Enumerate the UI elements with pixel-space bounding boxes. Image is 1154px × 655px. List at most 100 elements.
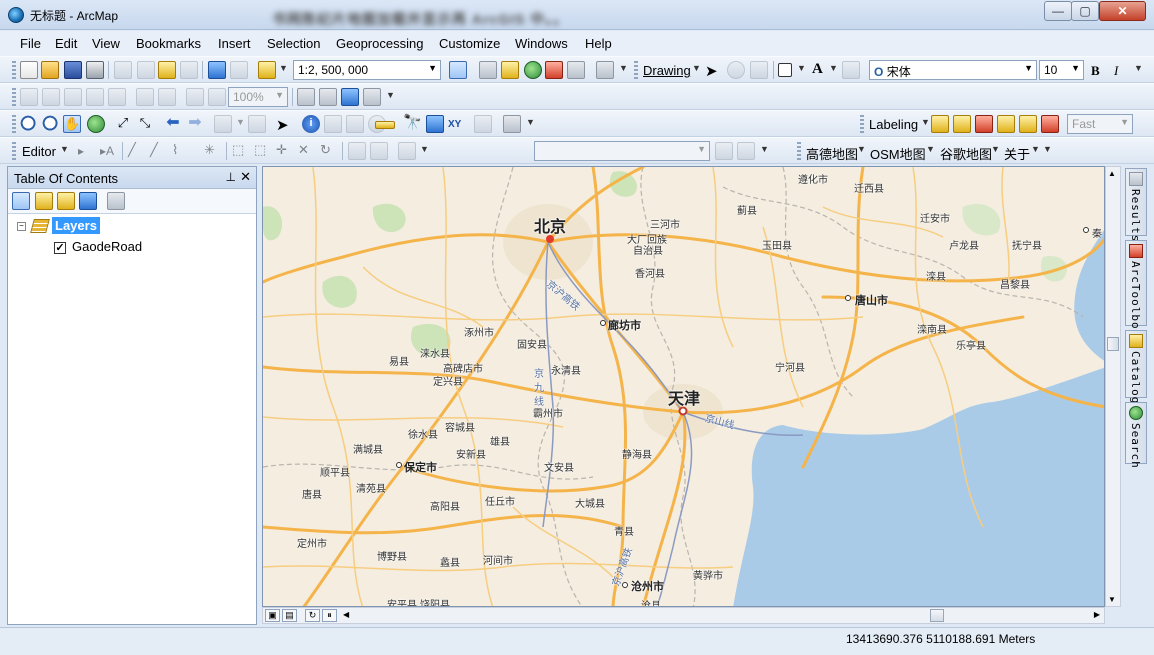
chevron-down-icon[interactable]: ▼ bbox=[1071, 63, 1080, 73]
chevron-down-icon[interactable]: ▼ bbox=[926, 144, 935, 154]
catalog-window-icon[interactable] bbox=[501, 61, 519, 79]
menu-file[interactable]: File bbox=[20, 36, 41, 51]
hyperlink-icon[interactable] bbox=[324, 115, 342, 133]
layer-combo[interactable]: ▼ bbox=[534, 141, 710, 161]
sketch-properties-icon[interactable] bbox=[370, 142, 388, 160]
scroll-left-icon[interactable]: ◀ bbox=[343, 610, 349, 619]
select-elements-icon[interactable]: ➤ bbox=[705, 62, 723, 80]
undo-icon[interactable] bbox=[208, 61, 226, 79]
refresh-icon[interactable]: ↻ bbox=[305, 609, 320, 622]
chevron-down-icon[interactable]: ▼ bbox=[428, 63, 437, 73]
toc-close-button[interactable]: ✕ bbox=[240, 169, 251, 185]
cut-icon[interactable] bbox=[114, 61, 132, 79]
toolbar-options-icon[interactable]: ▼ bbox=[526, 117, 535, 127]
menu-help[interactable]: Help bbox=[585, 36, 612, 51]
gaode-map-menu[interactable]: 高德地图 bbox=[806, 144, 858, 163]
toolbar-grip[interactable] bbox=[860, 115, 864, 133]
print-icon[interactable] bbox=[86, 61, 104, 79]
select-elements-icon[interactable]: ➤ bbox=[276, 116, 294, 134]
toolbar-grip[interactable] bbox=[12, 142, 16, 160]
edit-vertices-icon[interactable] bbox=[842, 61, 860, 79]
zoom-in-icon[interactable] bbox=[20, 115, 38, 133]
edit-vertices-icon[interactable]: ⬚ bbox=[232, 142, 250, 160]
horizontal-scroll-thumb[interactable] bbox=[930, 609, 944, 622]
back-arrow-icon[interactable]: ⬅ bbox=[164, 115, 182, 133]
fixed-zoom-out-icon[interactable] bbox=[158, 88, 176, 106]
toolbar-grip[interactable] bbox=[12, 61, 16, 79]
rotate-icon[interactable]: ↻ bbox=[320, 142, 338, 160]
list-by-drawing-order-icon[interactable] bbox=[12, 192, 30, 210]
arctoolbox-tab[interactable]: ArcToolbox bbox=[1125, 240, 1147, 337]
menu-insert[interactable]: Insert bbox=[218, 36, 251, 51]
save-icon[interactable] bbox=[64, 61, 82, 79]
paste-icon[interactable] bbox=[158, 61, 176, 79]
chevron-down-icon[interactable]: ▼ bbox=[1031, 144, 1040, 154]
open-folder-icon[interactable] bbox=[41, 61, 59, 79]
model-builder-icon[interactable] bbox=[596, 61, 614, 79]
text-tool-icon[interactable]: A bbox=[812, 61, 823, 78]
about-menu[interactable]: 关于 bbox=[1004, 144, 1030, 163]
drawing-menu[interactable]: Drawing bbox=[643, 63, 691, 78]
change-layout-icon[interactable] bbox=[341, 88, 359, 106]
add-data-dropdown-icon[interactable]: ▼ bbox=[279, 63, 288, 73]
next-extent-icon[interactable] bbox=[208, 88, 226, 106]
menu-geoprocessing[interactable]: Geoprocessing bbox=[336, 36, 423, 51]
copy-icon[interactable] bbox=[137, 61, 155, 79]
add-data-icon[interactable] bbox=[258, 61, 276, 79]
scroll-down-icon[interactable]: ▼ bbox=[1108, 595, 1116, 604]
editor-menu[interactable]: Editor bbox=[22, 144, 56, 159]
editor-dropdown-icon[interactable]: ▼ bbox=[60, 144, 69, 154]
zoom-100-percent-icon[interactable] bbox=[108, 88, 126, 106]
menu-bookmarks[interactable]: Bookmarks bbox=[136, 36, 201, 51]
rotate-icon[interactable] bbox=[727, 61, 745, 79]
chevron-down-icon[interactable]: ▼ bbox=[697, 144, 706, 154]
minimize-button[interactable]: — bbox=[1044, 1, 1072, 21]
lock-labels-icon[interactable] bbox=[975, 115, 993, 133]
maximize-button[interactable]: ▢ bbox=[1071, 1, 1099, 21]
rectangle-icon[interactable] bbox=[778, 63, 792, 77]
pause-labeling-icon[interactable] bbox=[997, 115, 1015, 133]
layer-visibility-checkbox[interactable]: ✓ bbox=[54, 242, 66, 254]
layout-view-icon[interactable]: ▤ bbox=[282, 609, 297, 622]
histogram-icon[interactable] bbox=[737, 142, 755, 160]
vertical-scroll-thumb[interactable] bbox=[1107, 337, 1119, 351]
previous-extent-icon[interactable] bbox=[186, 88, 204, 106]
menu-edit[interactable]: Edit bbox=[55, 36, 77, 51]
straight-segment-icon[interactable]: ╱ bbox=[128, 142, 146, 160]
editor-toolbar-toggle-icon[interactable] bbox=[449, 61, 467, 79]
view-unplaced-labels-icon[interactable] bbox=[1019, 115, 1037, 133]
remove-labels-icon[interactable] bbox=[1041, 115, 1059, 133]
data-driven-pages-icon[interactable] bbox=[363, 88, 381, 106]
list-by-source-icon[interactable] bbox=[35, 192, 53, 210]
catalog-tab[interactable]: Catalog bbox=[1125, 330, 1147, 404]
forward-arrow-icon[interactable]: ➡ bbox=[186, 115, 204, 133]
reshape-feature-icon[interactable]: ⬚ bbox=[254, 142, 272, 160]
chevron-down-icon[interactable]: ▼ bbox=[1024, 63, 1033, 73]
labeling-dropdown-icon[interactable]: ▼ bbox=[921, 117, 930, 127]
create-features-icon[interactable] bbox=[398, 142, 416, 160]
chevron-down-icon[interactable]: ▼ bbox=[857, 144, 866, 154]
select-features-icon[interactable] bbox=[214, 115, 232, 133]
swipe-icon[interactable] bbox=[715, 142, 733, 160]
new-document-icon[interactable] bbox=[20, 61, 38, 79]
scroll-right-icon[interactable]: ▶ bbox=[1094, 610, 1100, 619]
zoom-out-icon[interactable] bbox=[42, 115, 60, 133]
time-slider-icon[interactable] bbox=[474, 115, 492, 133]
python-window-icon[interactable] bbox=[567, 61, 585, 79]
pan-hand-icon[interactable]: ✋ bbox=[63, 115, 81, 133]
layout-zoom-out-icon[interactable] bbox=[42, 88, 60, 106]
toolbar-options-icon[interactable]: ▼ bbox=[760, 144, 769, 154]
pin-icon[interactable]: ⊥ bbox=[226, 170, 236, 184]
toolbar-grip[interactable] bbox=[634, 61, 638, 79]
menu-customize[interactable]: Customize bbox=[439, 36, 500, 51]
drawing-dropdown-icon[interactable]: ▼ bbox=[692, 63, 701, 73]
menu-windows[interactable]: Windows bbox=[515, 36, 568, 51]
toolbar-options-icon[interactable]: ▼ bbox=[386, 90, 395, 100]
label-manager-icon[interactable] bbox=[931, 115, 949, 133]
shape-dropdown-icon[interactable]: ▼ bbox=[797, 63, 806, 73]
find-binoculars-icon[interactable]: 🔭 bbox=[403, 115, 422, 133]
clear-selection-icon[interactable] bbox=[248, 115, 266, 133]
map-scale-combo[interactable]: 1:2, 500, 000 ▼ bbox=[293, 60, 441, 80]
text-dropdown-icon[interactable]: ▼ bbox=[829, 63, 838, 73]
toc-window-icon[interactable] bbox=[479, 61, 497, 79]
